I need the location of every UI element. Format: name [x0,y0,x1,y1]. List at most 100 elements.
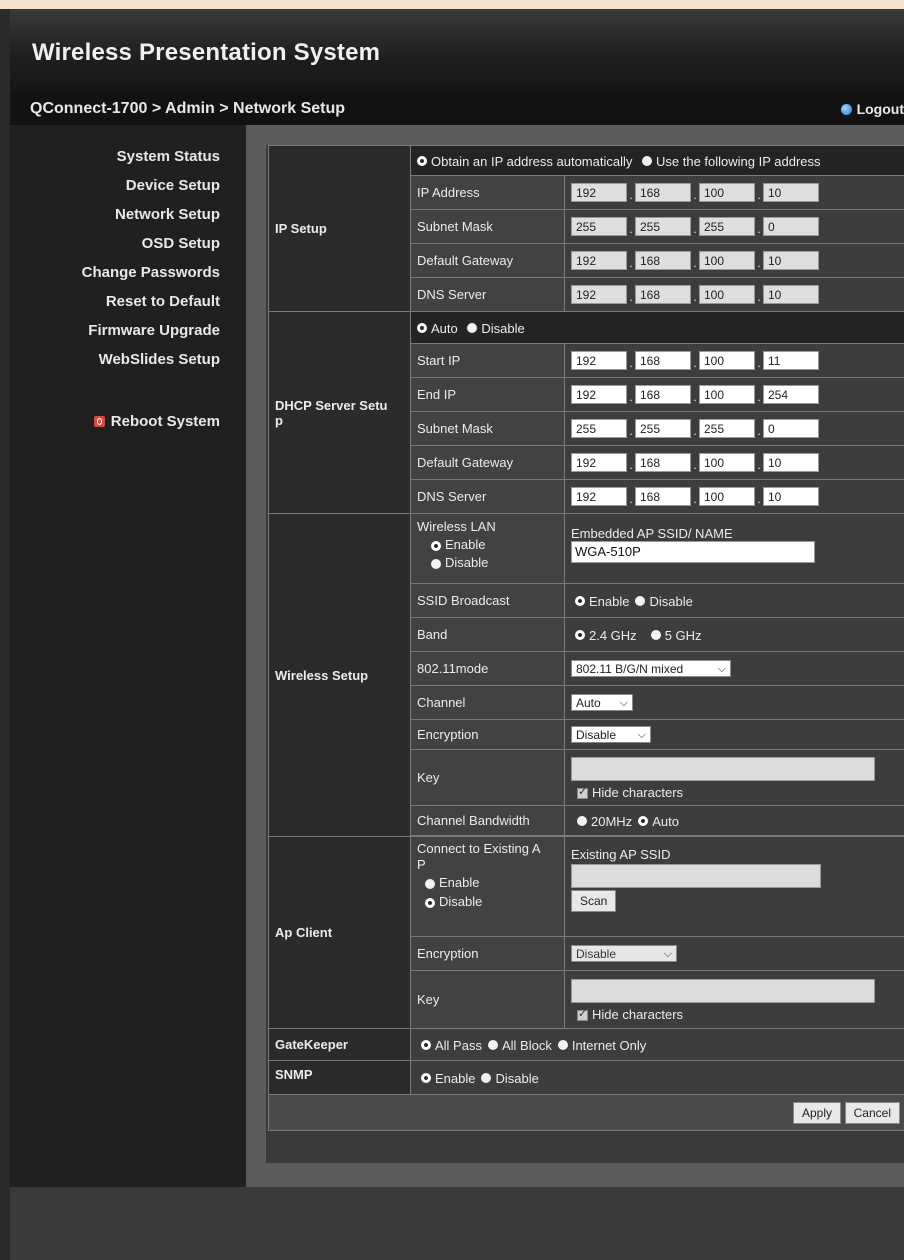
chevron-down-icon: ⌵ [717,663,726,676]
ip-manual-radio[interactable] [642,156,652,167]
dns-octet-4[interactable]: 10 [763,285,819,304]
ddns-octet-1[interactable]: 192 [571,487,627,506]
dhcp-gateway-fields: 192. 168. 100. 10 [564,445,904,480]
dgw-octet-2[interactable]: 168 [635,453,691,472]
broadcast-disable-radio[interactable] [635,596,646,607]
sidebar-item-firmware-upgrade[interactable]: Firmware Upgrade [88,322,220,339]
wlan-disable-radio[interactable] [431,558,441,569]
snmp-enable-radio[interactable] [421,1073,431,1084]
ssid-input[interactable]: WGA-510P [571,541,815,563]
mask-octet-2[interactable]: 255 [635,217,691,236]
band-5-radio[interactable] [650,630,661,641]
dhcp-auto-radio[interactable] [417,323,427,334]
ssid-label: Embedded AP SSID/ NAME [571,526,733,541]
gw-octet-1[interactable]: 192 [571,251,627,270]
sidebar-item-reset-default[interactable]: Reset to Default [106,293,220,310]
gk-all-pass-radio[interactable] [421,1040,431,1051]
channel-cell: Auto ⌵ [564,685,904,720]
dns-octet-1[interactable]: 192 [571,285,627,304]
sidebar-item-change-passwords[interactable]: Change Passwords [82,264,220,281]
wlan-enable-label: Enable [445,537,486,552]
hide-chars-checkbox[interactable] [577,785,588,800]
mask-octet-3[interactable]: 255 [699,217,755,236]
encryption-select[interactable]: Disable ⌵ [571,726,651,744]
dmask-octet-3[interactable]: 255 [699,419,755,438]
broadcast-enable-label: Enable [589,593,630,609]
gw-octet-3[interactable]: 100 [699,251,755,270]
gk-internet-only-radio[interactable] [557,1040,568,1051]
ip-octet-2[interactable]: 168 [635,183,691,202]
snmp-enable-label: Enable [435,1070,476,1086]
mask-octet-4[interactable]: 0 [763,217,819,236]
gateway-fields: 192. 168. 100. 10 [564,243,904,278]
dmask-octet-1[interactable]: 255 [571,419,627,438]
top-border [0,0,904,9]
end-octet-1[interactable]: 192 [571,385,627,404]
existing-ssid-input[interactable] [571,864,821,888]
ip-octet-3[interactable]: 100 [699,183,755,202]
ddns-octet-3[interactable]: 100 [699,487,755,506]
start-octet-4[interactable]: 11 [763,351,819,370]
ap-disable-radio[interactable] [425,897,435,908]
ap-client-label: Ap Client [268,836,411,1029]
ip-auto-radio[interactable] [417,156,427,167]
ip-octet-4[interactable]: 10 [763,183,819,202]
dgw-octet-3[interactable]: 100 [699,453,755,472]
ap-key-input[interactable] [571,979,875,1003]
dmask-octet-2[interactable]: 255 [635,419,691,438]
sidebar-item-device-setup[interactable]: Device Setup [126,177,220,194]
ddns-octet-2[interactable]: 168 [635,487,691,506]
bw-20-radio[interactable] [577,816,587,827]
dhcp-dns-label: DNS Server [410,479,565,514]
start-octet-1[interactable]: 192 [571,351,627,370]
dgw-octet-1[interactable]: 192 [571,453,627,472]
encryption-cell: Disable ⌵ [564,719,904,750]
ip-address-fields: 192. 168. 100. 10 [564,175,904,210]
reboot-system-link[interactable]: Reboot System [93,413,220,430]
ap-disable-label: Disable [439,894,483,909]
ap-encryption-cell: Disable ⌵ [564,936,904,971]
globe-icon [840,103,852,115]
start-octet-2[interactable]: 168 [635,351,691,370]
channel-select[interactable]: Auto ⌵ [571,694,633,712]
ap-enable-radio[interactable] [425,878,435,889]
dns-octet-3[interactable]: 100 [699,285,755,304]
end-octet-2[interactable]: 168 [635,385,691,404]
subnet-mask-fields: 255. 255. 255. 0 [564,209,904,244]
gw-octet-2[interactable]: 168 [635,251,691,270]
ap-encryption-select[interactable]: Disable ⌵ [571,945,677,963]
band-24-radio[interactable] [575,630,585,641]
sidebar-item-osd-setup[interactable]: OSD Setup [142,235,220,252]
mode-select[interactable]: 802.11 B/G/N mixed ⌵ [571,660,731,678]
apply-button[interactable]: Apply [792,1101,842,1124]
end-octet-4[interactable]: 254 [763,385,819,404]
key-input[interactable] [571,757,875,781]
breadcrumb: QConnect-1700 > Admin > Network Setup [30,100,346,117]
dns-octet-2[interactable]: 168 [635,285,691,304]
gk-all-pass-label: All Pass [435,1037,482,1053]
start-ip-label: Start IP [410,343,565,378]
start-octet-3[interactable]: 100 [699,351,755,370]
gk-all-block-radio[interactable] [487,1040,498,1051]
cancel-button[interactable]: Cancel [844,1101,900,1124]
sidebar-item-system-status[interactable]: System Status [117,148,220,165]
band-label: Band [410,617,565,652]
scan-button[interactable]: Scan [571,890,617,912]
gw-octet-4[interactable]: 10 [763,251,819,270]
logout-link[interactable]: Logout [840,101,904,117]
sidebar-item-network-setup[interactable]: Network Setup [115,206,220,223]
app-header: Wireless Presentation System [10,9,904,95]
ip-octet-1[interactable]: 192 [571,183,627,202]
sidebar-item-webslides-setup[interactable]: WebSlides Setup [99,351,220,368]
mask-octet-1[interactable]: 255 [571,217,627,236]
broadcast-enable-radio[interactable] [575,596,585,607]
dmask-octet-4[interactable]: 0 [763,419,819,438]
bw-auto-radio[interactable] [638,816,649,827]
dgw-octet-4[interactable]: 10 [763,453,819,472]
ddns-octet-4[interactable]: 10 [763,487,819,506]
wlan-enable-radio[interactable] [431,540,441,551]
ap-hide-chars-checkbox[interactable] [577,1007,588,1022]
snmp-disable-radio[interactable] [481,1073,492,1084]
end-octet-3[interactable]: 100 [699,385,755,404]
dhcp-disable-radio[interactable] [467,323,478,334]
